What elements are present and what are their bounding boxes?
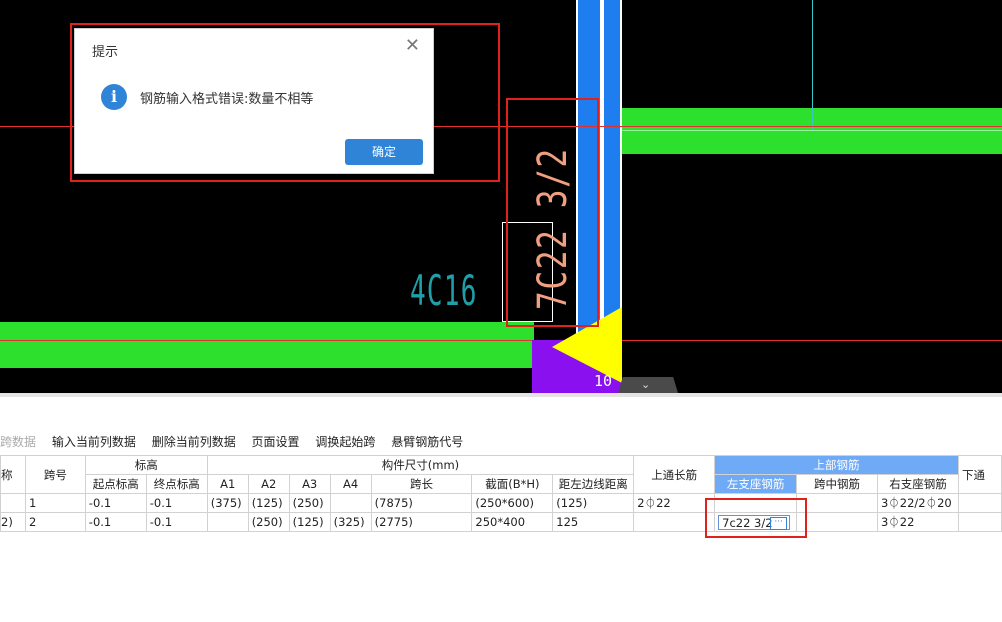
header-elevation: 标高 (84, 455, 208, 475)
toolbar-input-column[interactable]: 输入当前列数据 (52, 435, 136, 449)
header-dims: 构件尺寸(mm) (206, 455, 635, 475)
highlight-rebar-label (506, 98, 599, 327)
cell-top-through[interactable] (633, 512, 716, 532)
cell-bottom[interactable] (957, 512, 1002, 532)
cell-offset[interactable]: 125 (552, 512, 635, 532)
cell-bottom[interactable] (957, 493, 1002, 513)
header-offset: 距左边线距离 (552, 474, 635, 494)
header-start-elev: 起点标高 (84, 474, 147, 494)
header-name: 称 (0, 455, 26, 494)
table-toolbar: 跨数据 输入当前列数据 删除当前列数据 页面设置 调换起始跨 悬臂钢筋代号 (0, 433, 475, 449)
cell-a3[interactable]: (250) (288, 493, 331, 513)
header-bottom: 下通 (957, 455, 1002, 494)
toolbar-copy-span-data[interactable]: 跨数据 (0, 435, 36, 449)
cell-span-len[interactable]: (2775) (370, 512, 473, 532)
column-fill-right (604, 0, 620, 340)
cell-right-support[interactable]: 3⏀22 (876, 512, 959, 532)
toolbar-page-setup[interactable]: 页面设置 (252, 435, 300, 449)
header-end-elev: 终点标高 (145, 474, 208, 494)
header-top-through: 上通长筋 (633, 455, 716, 494)
cell-a2[interactable]: (250) (247, 512, 290, 532)
cell-end-elev[interactable]: -0.1 (145, 512, 208, 532)
beam-left (0, 322, 534, 368)
cell-span[interactable]: 2 (24, 512, 86, 532)
cell-top-through[interactable]: 2⏀22 (633, 493, 716, 513)
cell-offset[interactable]: (125) (552, 493, 635, 513)
beam-rebar-label: 4C16 (410, 266, 478, 315)
table-row: 2) 2 -0.1 -0.1 (250) (125) (325) (2775) … (0, 512, 1002, 532)
cell-section[interactable]: (250*600) (471, 493, 554, 513)
header-mid-span: 跨中钢筋 (796, 474, 878, 494)
toolbar-delete-column[interactable]: 删除当前列数据 (152, 435, 236, 449)
panel-divider[interactable] (0, 393, 1002, 397)
header-top-rebar: 上部钢筋 (714, 455, 959, 475)
cell-a4[interactable]: (325) (329, 512, 372, 532)
node-number: 10 (594, 372, 613, 390)
header-a2: A2 (247, 474, 290, 494)
cell-span-len[interactable]: (7875) (370, 493, 473, 513)
header-left-support: 左支座钢筋 (714, 474, 798, 494)
cell-span[interactable]: 1 (24, 493, 86, 513)
cell-section[interactable]: 250*400 (471, 512, 554, 532)
toolbar-cantilever-code[interactable]: 悬臂钢筋代号 (391, 435, 463, 449)
cell-mid-span[interactable] (796, 512, 878, 532)
highlight-edit-cell (705, 498, 807, 538)
cell-name[interactable] (0, 493, 26, 513)
header-span: 跨号 (24, 455, 86, 494)
cell-a1[interactable]: (375) (206, 493, 249, 513)
header-a4: A4 (329, 474, 372, 494)
beam-right-line (622, 130, 1002, 131)
table-row: 1 -0.1 -0.1 (375) (125) (250) (7875) (25… (0, 493, 1002, 513)
cell-end-elev[interactable]: -0.1 (145, 493, 208, 513)
highlight-dialog (70, 23, 500, 182)
header-right-support: 右支座钢筋 (876, 474, 959, 494)
grid-line-cyan (812, 0, 813, 130)
header-a1: A1 (206, 474, 249, 494)
axis-line-bottom (0, 340, 1002, 341)
cell-mid-span[interactable] (796, 493, 878, 513)
cell-right-support[interactable]: 3⏀22/2⏀20 (876, 493, 959, 513)
header-span-len: 跨长 (370, 474, 473, 494)
toolbar-swap-start-span[interactable]: 调换起始跨 (315, 435, 375, 449)
cell-name[interactable]: 2) (0, 512, 26, 532)
cell-start-elev[interactable]: -0.1 (84, 512, 147, 532)
cell-a4[interactable] (329, 493, 372, 513)
beam-span-table: 称 跨号 标高 构件尺寸(mm) 上通长筋 上部钢筋 下通 起点标高 终点标高 … (0, 455, 1002, 532)
header-a3: A3 (288, 474, 331, 494)
cell-start-elev[interactable]: -0.1 (84, 493, 147, 513)
cell-a2[interactable]: (125) (247, 493, 290, 513)
cell-a1[interactable] (206, 512, 249, 532)
chevron-down-icon: ⌄ (641, 378, 651, 391)
header-section: 截面(B*H) (471, 474, 554, 494)
cell-a3[interactable]: (125) (288, 512, 331, 532)
